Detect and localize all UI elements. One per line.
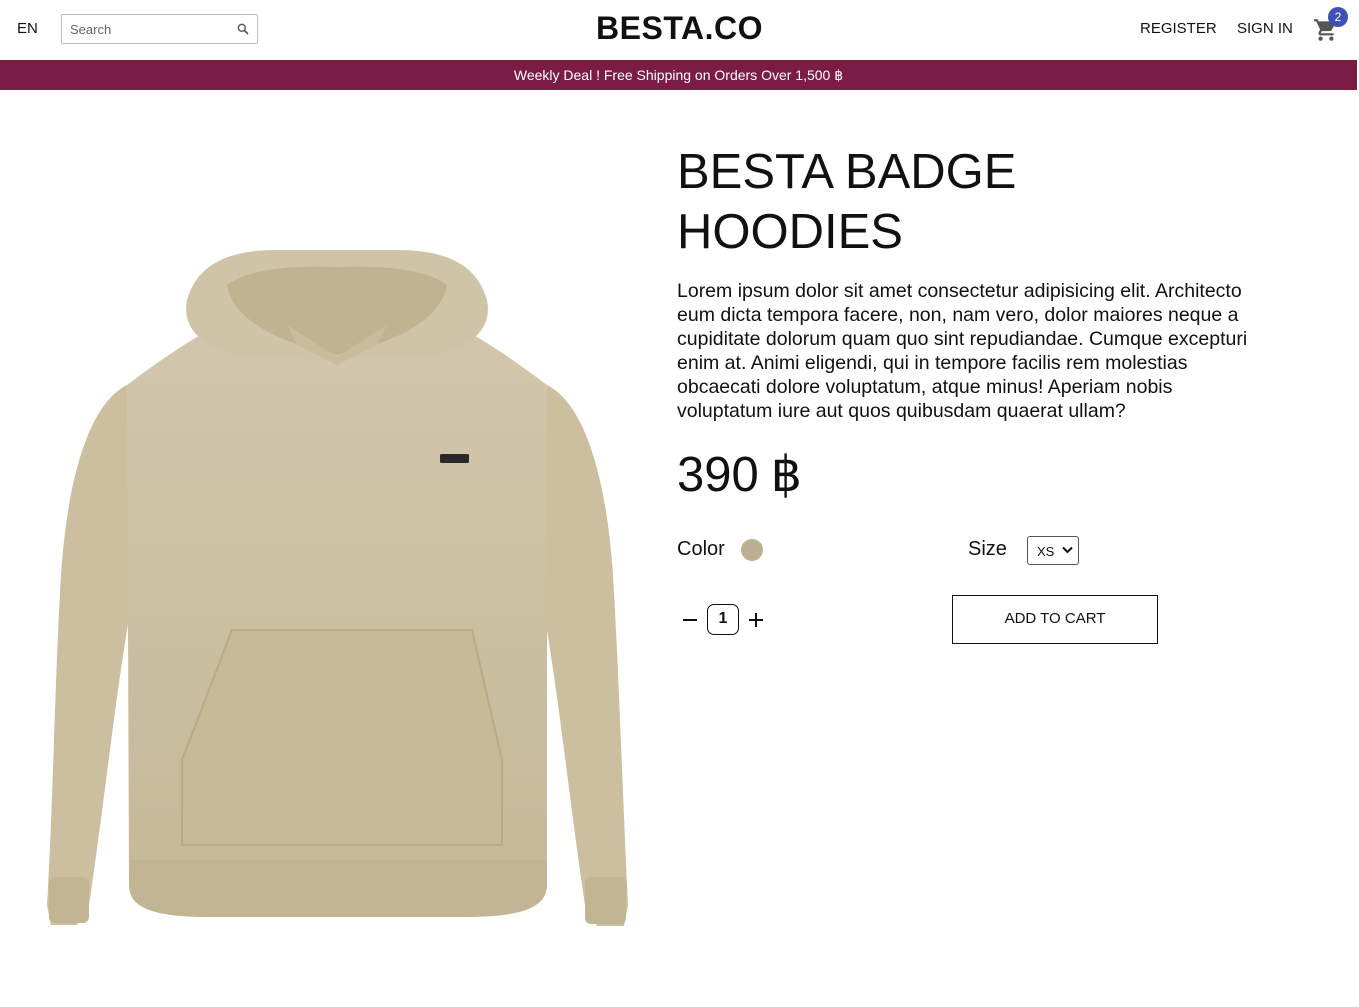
search-box[interactable] — [61, 14, 258, 44]
price-currency: ฿ — [770, 448, 802, 502]
promo-banner: Weekly Deal ! Free Shipping on Orders Ov… — [0, 60, 1357, 90]
add-to-cart-button[interactable]: ADD TO CART — [952, 595, 1158, 644]
color-label: Color — [677, 538, 725, 560]
size-label: Size — [968, 538, 1007, 560]
site-header: EN BESTA.CO REGISTER SIGN IN 2 — [0, 0, 1359, 60]
product-title: BESTA BADGE HOODIES — [677, 145, 1017, 259]
chevron-down-icon — [1062, 546, 1073, 554]
product-description: Lorem ipsum dolor sit amet consectetur a… — [677, 280, 1248, 422]
cart-count-badge: 2 — [1328, 7, 1348, 27]
site-logo[interactable]: BESTA.CO — [596, 10, 763, 46]
product-image — [47, 250, 628, 926]
register-link[interactable]: REGISTER — [1140, 20, 1217, 37]
language-switcher[interactable]: EN — [17, 20, 38, 37]
product-price: 390 ฿ — [677, 446, 802, 503]
size-selected-value: XS — [1037, 544, 1055, 559]
price-amount: 390 — [677, 448, 759, 502]
sign-in-link[interactable]: SIGN IN — [1237, 20, 1293, 37]
increase-quantity-button[interactable] — [746, 609, 766, 631]
quantity-value[interactable]: 1 — [707, 604, 739, 635]
size-select[interactable]: XS — [1027, 536, 1079, 565]
decrease-quantity-button[interactable] — [680, 609, 700, 631]
search-input[interactable] — [62, 15, 232, 43]
search-icon[interactable] — [237, 23, 249, 35]
color-swatch[interactable] — [741, 539, 763, 561]
